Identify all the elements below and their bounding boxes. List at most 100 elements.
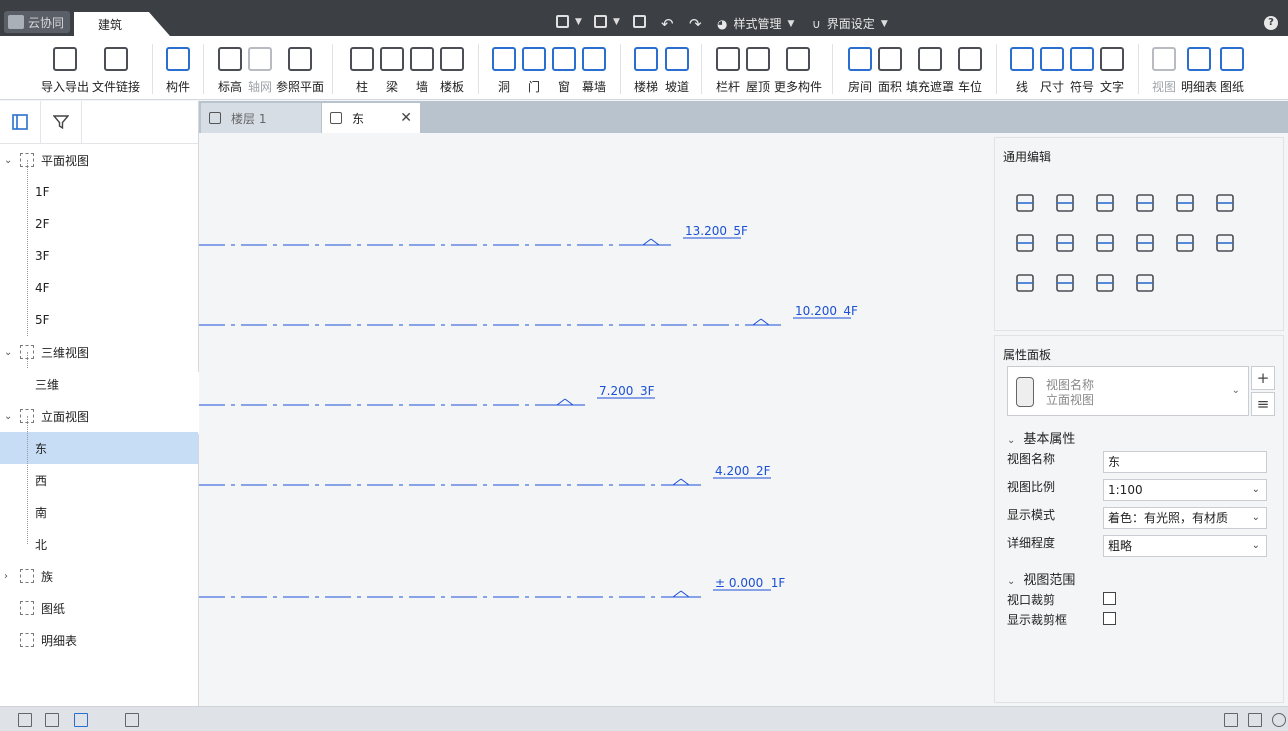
crop-view-checkbox[interactable] bbox=[1103, 592, 1116, 605]
grid-layout-icon[interactable] bbox=[18, 713, 32, 727]
show-crop-checkbox[interactable] bbox=[1103, 612, 1116, 625]
help-icon[interactable]: ? bbox=[1264, 16, 1278, 30]
ribbon-button-more[interactable]: 更多构件 bbox=[768, 36, 828, 100]
ribbon-button-refplane[interactable]: 参照平面 bbox=[270, 36, 330, 100]
ribbon-button-sheet[interactable]: 图纸 bbox=[1202, 36, 1262, 100]
ui-settings-button[interactable]: ∪ 界面设定 ▼ bbox=[812, 15, 888, 32]
ribbon-separator bbox=[203, 44, 204, 94]
level-elevation: ± 0.000 bbox=[715, 576, 763, 590]
detail-level-select[interactable]: 粗略 ⌄ bbox=[1103, 535, 1267, 557]
export-icon[interactable] bbox=[1094, 272, 1116, 294]
ribbon-label: 轴网 bbox=[247, 80, 272, 94]
ribbon-button-link[interactable]: 文件链接 bbox=[86, 36, 146, 100]
table-icon[interactable] bbox=[125, 713, 139, 727]
tree-item[interactable]: 明细表 bbox=[0, 624, 198, 656]
level-line-3F[interactable]: 7.200 3F bbox=[199, 384, 655, 406]
save-button[interactable] bbox=[633, 15, 646, 28]
chevron-down-icon[interactable]: ⌄ bbox=[4, 411, 12, 422]
display-mode-label: 显示模式 bbox=[1007, 508, 1056, 522]
extend-icon[interactable] bbox=[1134, 232, 1156, 254]
style-manager-button[interactable]: ◕ 样式管理 ▼ bbox=[717, 15, 794, 32]
mirror-icon[interactable] bbox=[1214, 232, 1236, 254]
single-view-icon[interactable] bbox=[45, 713, 59, 727]
tree-item[interactable]: 4F bbox=[0, 272, 198, 304]
array-copy-icon[interactable] bbox=[1014, 232, 1036, 254]
tab-floor-1[interactable]: 楼层 1 bbox=[201, 103, 321, 133]
app-tab[interactable]: 云协同 bbox=[4, 11, 70, 33]
pattern-icon[interactable] bbox=[1174, 232, 1196, 254]
measure-icon[interactable] bbox=[1134, 272, 1156, 294]
tree-item[interactable]: ⌄ 立面视图 bbox=[0, 400, 198, 432]
ribbon-button-text[interactable]: 文字 bbox=[1082, 36, 1142, 100]
view-name-input[interactable]: 东 bbox=[1103, 451, 1267, 473]
chevron-down-icon[interactable]: ⌄ bbox=[4, 347, 12, 358]
edit-type-button[interactable]: ≡ bbox=[1251, 392, 1275, 416]
chevron-down-icon[interactable]: ⌄ bbox=[4, 155, 12, 166]
copy-icon[interactable] bbox=[1054, 192, 1076, 214]
type-selector[interactable]: 视图名称 立面视图 ⌄ bbox=[1007, 366, 1249, 416]
tile-view-icon[interactable] bbox=[74, 713, 88, 727]
basic-properties-section[interactable]: ⌄ 基本属性 bbox=[1007, 428, 1075, 447]
align-icon[interactable] bbox=[1054, 232, 1076, 254]
redo-button[interactable]: ↷ bbox=[689, 15, 702, 33]
level-line-5F[interactable]: 13.200 5F bbox=[199, 224, 748, 246]
delete-icon[interactable] bbox=[1014, 272, 1036, 294]
new-file-button[interactable]: ▼ bbox=[556, 15, 582, 28]
offset-icon[interactable] bbox=[1094, 232, 1116, 254]
undo-button[interactable]: ↶ bbox=[661, 15, 674, 33]
level-line-2F[interactable]: 4.200 2F bbox=[199, 464, 771, 486]
rotate-icon[interactable] bbox=[1094, 192, 1116, 214]
tree-item[interactable]: › 族 bbox=[0, 560, 198, 592]
tab-east[interactable]: 东 ✕ bbox=[322, 103, 420, 133]
palette-icon: ◕ bbox=[717, 16, 728, 31]
tab-architecture[interactable]: 建筑 bbox=[74, 12, 170, 36]
level-line-1F[interactable]: ± 0.000 1F bbox=[199, 576, 785, 598]
elevation-view[interactable]: 13.200 5F 10.200 4F 7.200 3F 4.200 2F ± 0.000 1F bbox=[199, 133, 992, 706]
tree-item-label: 3F bbox=[35, 249, 50, 263]
tree-item[interactable]: ⌄ 平面视图 bbox=[0, 144, 198, 176]
ribbon-label: 导入导出 bbox=[40, 80, 89, 94]
ribbon-separator bbox=[832, 44, 833, 94]
open-button[interactable]: ▼ bbox=[594, 15, 620, 28]
tree-item[interactable]: 1F bbox=[0, 176, 198, 208]
monitor-icon[interactable] bbox=[1224, 713, 1238, 727]
text-icon bbox=[1100, 47, 1124, 71]
close-icon[interactable]: ✕ bbox=[400, 110, 412, 126]
tree-item[interactable]: 北 bbox=[0, 528, 198, 560]
drawing-canvas[interactable]: 13.200 5F 10.200 4F 7.200 3F 4.200 2F ± 0.000 1F bbox=[199, 133, 992, 706]
ribbon-label: 参照平面 bbox=[275, 80, 324, 94]
tree-item[interactable]: 2F bbox=[0, 208, 198, 240]
chevron-right-icon[interactable]: › bbox=[4, 571, 8, 582]
trim-icon[interactable] bbox=[1134, 192, 1156, 214]
ribbon-button-component[interactable]: 构件 bbox=[148, 36, 208, 100]
tree-item[interactable]: 3F bbox=[0, 240, 198, 272]
display-mode-select[interactable]: 着色：有光照，有材质 ⌄ bbox=[1103, 507, 1267, 529]
view-range-section[interactable]: ⌄ 视图范围 bbox=[1007, 569, 1075, 588]
browser-toggle-button[interactable] bbox=[0, 101, 41, 143]
cylinder-icon[interactable] bbox=[1248, 713, 1262, 727]
split-icon[interactable] bbox=[1174, 192, 1196, 214]
filter-button[interactable] bbox=[41, 101, 82, 143]
scale-select[interactable]: 1:100 ⌄ bbox=[1103, 479, 1267, 501]
ribbon-button-parking[interactable]: 车位 bbox=[940, 36, 1000, 100]
ribbon-button-floor[interactable]: 楼板 bbox=[422, 36, 482, 100]
chevron-down-icon: ⌄ bbox=[1251, 512, 1260, 523]
move-icon[interactable] bbox=[1014, 192, 1036, 214]
add-type-button[interactable]: + bbox=[1251, 366, 1275, 390]
tree-item[interactable]: 东 bbox=[0, 432, 198, 464]
tree-item[interactable]: 南 bbox=[0, 496, 198, 528]
file-link-icon bbox=[104, 47, 128, 71]
view-folder-icon bbox=[20, 633, 34, 647]
tree-item[interactable]: 图纸 bbox=[0, 592, 198, 624]
3d-array-icon[interactable] bbox=[1054, 272, 1076, 294]
level-line-4F[interactable]: 10.200 4F bbox=[199, 304, 858, 326]
ribbon-button-curtain[interactable]: 幕墙 bbox=[564, 36, 624, 100]
scale-label: 视图比例 bbox=[1007, 480, 1056, 494]
tree-item[interactable]: 三维 bbox=[0, 368, 198, 400]
tree-item[interactable]: 5F bbox=[0, 304, 198, 336]
split-gap-icon[interactable] bbox=[1214, 192, 1236, 214]
clock-icon[interactable] bbox=[1272, 713, 1286, 727]
tree-item[interactable]: ⌄ 三维视图 bbox=[0, 336, 198, 368]
tree-item[interactable]: 西 bbox=[0, 464, 198, 496]
display-mode-value: 着色：有光照，有材质 bbox=[1108, 511, 1229, 525]
